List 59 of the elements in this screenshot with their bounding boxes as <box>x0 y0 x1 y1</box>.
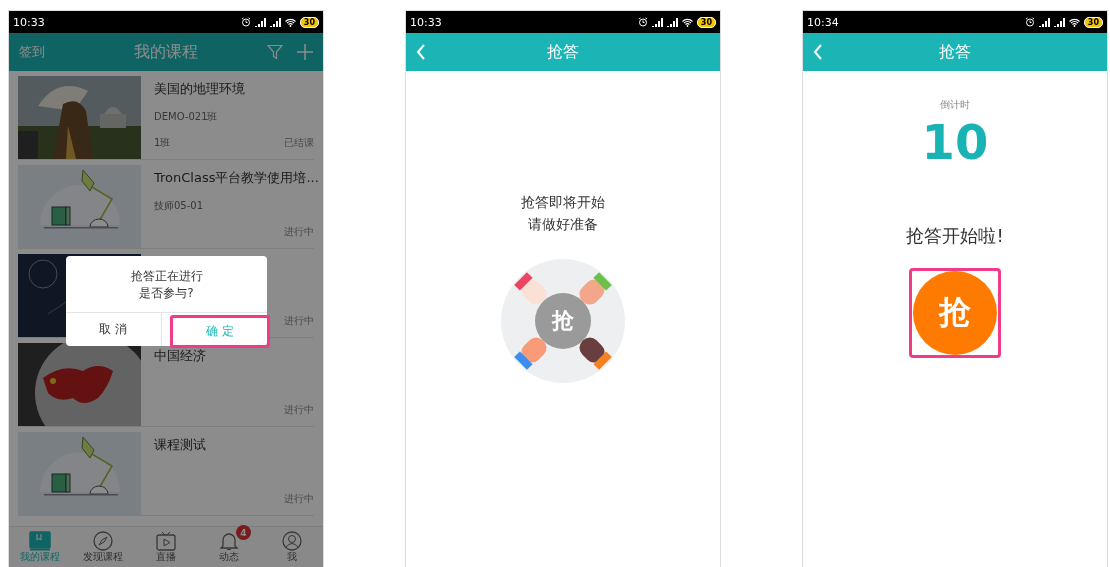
dialog-message: 是否参与? <box>139 285 194 302</box>
notification-badge: 4 <box>235 525 251 540</box>
status-time: 10:33 <box>410 15 442 29</box>
signal-icon <box>1053 17 1065 27</box>
grab-button[interactable]: 抢 <box>909 268 1001 358</box>
alarm-icon <box>240 17 251 27</box>
book-icon <box>29 531 52 551</box>
signal-icon <box>651 17 663 27</box>
status-message: 抢答开始啦! <box>906 224 1004 248</box>
battery-indicator: 30 <box>299 16 319 28</box>
class-name: 技师05-01 <box>154 199 205 213</box>
course-status: 进行中 <box>284 225 314 239</box>
tab[interactable]: 我的课程 <box>9 527 72 567</box>
countdown-number: 10 <box>921 114 989 170</box>
signal-icon <box>269 17 281 27</box>
course-status: 进行中 <box>284 314 314 328</box>
course-title: 课程测试 <box>154 436 207 454</box>
tab[interactable]: 直播 <box>134 527 198 567</box>
page-title: 我的课程 <box>134 41 198 63</box>
course-title: 中国经济 <box>154 347 207 365</box>
signal-icon <box>666 17 678 27</box>
cancel-button[interactable]: 取 消 <box>66 313 162 346</box>
emblem-text: 抢 <box>552 307 574 335</box>
battery-indicator: 30 <box>1083 16 1103 28</box>
wifi-icon <box>1068 17 1080 27</box>
add-icon[interactable] <box>297 44 313 60</box>
countdown-label: 倒计时 <box>940 98 970 112</box>
back-icon[interactable] <box>416 44 426 60</box>
alarm-icon <box>1024 17 1035 27</box>
tv-play-icon <box>156 531 176 551</box>
tab[interactable]: 发现课程 <box>71 527 135 567</box>
signal-icon <box>1038 17 1050 27</box>
status-time: 10:34 <box>807 15 839 29</box>
signal-icon <box>254 17 266 27</box>
user-icon <box>281 531 302 551</box>
filter-icon[interactable] <box>267 44 283 60</box>
compass-icon <box>93 531 114 551</box>
page-title: 抢答 <box>547 41 579 63</box>
status-time: 10:33 <box>13 15 45 29</box>
wifi-icon <box>681 17 693 27</box>
status-message: 抢答即将开始 <box>521 193 605 212</box>
tab[interactable]: 我 <box>260 527 323 567</box>
status-message: 请做好准备 <box>528 215 598 234</box>
battery-indicator: 30 <box>696 16 716 28</box>
dialog-message: 抢答正在进行 <box>130 268 203 285</box>
check-in-link[interactable]: 签到 <box>19 43 45 61</box>
course-status: 进行中 <box>284 403 314 417</box>
back-icon[interactable] <box>813 44 823 60</box>
course-status: 进行中 <box>284 492 314 506</box>
course-title: 美国的地理环境 <box>154 80 246 98</box>
class-name: DEMO-021班 <box>154 110 219 124</box>
tab[interactable]: 4 动态 <box>197 527 261 567</box>
bell-icon <box>218 531 239 551</box>
page-title: 抢答 <box>939 41 971 63</box>
course-item[interactable]: 课程测试 进行中 <box>18 427 314 516</box>
confirm-button[interactable]: 确 定 <box>169 315 270 348</box>
wifi-icon <box>284 17 296 27</box>
alarm-icon <box>637 17 648 27</box>
section-name: 1班 <box>154 136 171 150</box>
